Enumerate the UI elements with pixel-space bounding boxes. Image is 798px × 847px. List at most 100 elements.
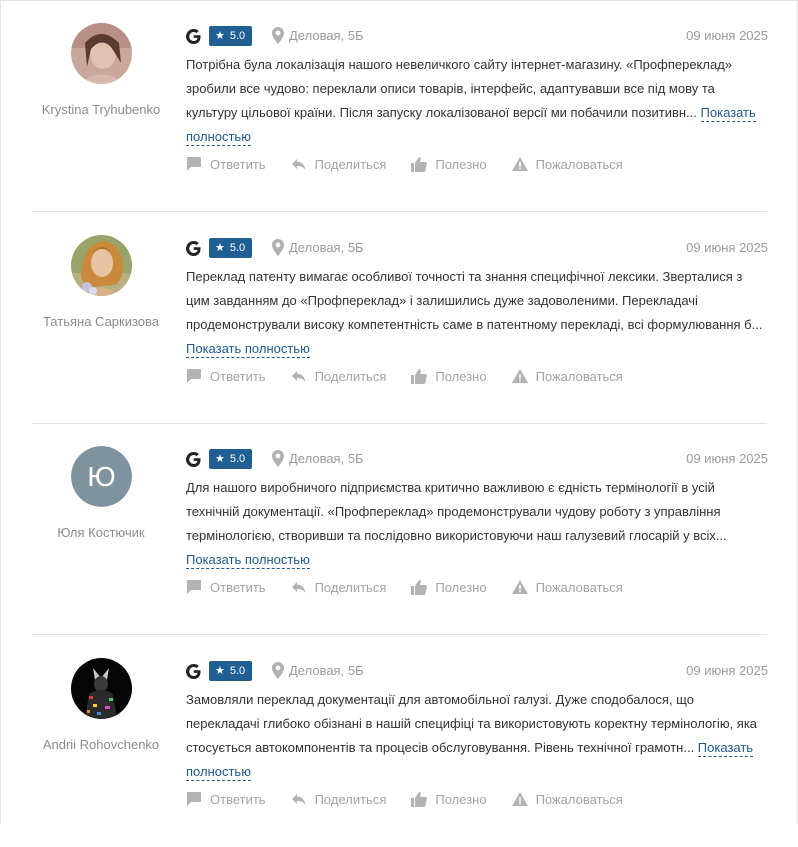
star-icon: ★ <box>215 242 225 254</box>
share-arrow-icon <box>291 582 306 593</box>
share-label: Поделиться <box>314 579 387 595</box>
thumbs-up-icon <box>411 369 428 384</box>
reply-label: Ответить <box>210 791 266 807</box>
place-label: Деловая, 5Б <box>272 662 364 679</box>
report-button[interactable]: Пожаловаться <box>511 368 623 384</box>
warning-icon <box>511 792 528 806</box>
location-pin-icon <box>272 662 284 679</box>
author-name: Юля Костючик <box>57 525 145 540</box>
divider <box>32 634 767 635</box>
star-icon: ★ <box>215 665 225 677</box>
review-actions: Ответить Поделиться Полезно Пожаловаться <box>186 577 648 597</box>
reply-label: Ответить <box>210 156 266 172</box>
review-body: Переклад патенту вимагає особливої точно… <box>186 269 763 332</box>
share-button[interactable]: Поделиться <box>291 156 387 172</box>
location-pin-icon <box>272 450 284 467</box>
review-meta: ★ 5.0 Деловая, 5Б 09 июня 2025 <box>186 448 768 470</box>
rating-value: 5.0 <box>229 665 246 677</box>
reply-label: Ответить <box>210 579 266 595</box>
rating-value: 5.0 <box>229 242 246 254</box>
report-label: Пожаловаться <box>535 368 623 384</box>
comment-icon <box>187 792 201 806</box>
place-text: Деловая, 5Б <box>289 663 364 678</box>
review-body: Для нашого виробничого підприємства крит… <box>186 480 727 543</box>
review-meta: ★ 5.0 Деловая, 5Б 09 июня 2025 <box>186 25 768 47</box>
rating-badge: ★ 5.0 <box>209 661 253 681</box>
google-icon <box>186 29 201 44</box>
star-icon: ★ <box>215 30 225 42</box>
comment-icon <box>187 369 201 383</box>
avatar <box>71 658 132 719</box>
reply-button[interactable]: Ответить <box>186 368 266 384</box>
show-more-link[interactable]: Показать полностью <box>186 341 310 358</box>
warning-icon <box>511 369 528 383</box>
place-label: Деловая, 5Б <box>272 27 364 44</box>
divider <box>32 211 767 212</box>
review-card: Татьяна Саркизова ★ 5.0 Деловая, 5Б 09 и… <box>1 213 798 424</box>
review-text: Переклад патенту вимагає особливої точно… <box>186 265 768 361</box>
place-label: Деловая, 5Б <box>272 450 364 467</box>
share-button[interactable]: Поделиться <box>291 368 387 384</box>
show-more-link[interactable]: Показать полностью <box>186 552 310 569</box>
review-date: 09 июня 2025 <box>686 663 768 678</box>
report-label: Пожаловаться <box>535 791 623 807</box>
review-body: Потрібна була локалізація нашого невелич… <box>186 57 733 120</box>
place-text: Деловая, 5Б <box>289 451 364 466</box>
google-icon <box>186 241 201 256</box>
reply-label: Ответить <box>210 368 266 384</box>
google-icon <box>186 664 201 679</box>
review-date: 09 июня 2025 <box>686 451 768 466</box>
place-text: Деловая, 5Б <box>289 240 364 255</box>
share-button[interactable]: Поделиться <box>291 791 386 807</box>
useful-button[interactable]: Полезно <box>411 368 487 384</box>
location-pin-icon <box>272 27 284 44</box>
useful-label: Полезно <box>435 156 487 172</box>
useful-button[interactable]: Полезно <box>411 156 487 172</box>
share-label: Поделиться <box>314 368 387 384</box>
avatar: Ю <box>71 446 132 507</box>
useful-label: Полезно <box>435 368 487 384</box>
rating-value: 5.0 <box>229 30 246 42</box>
avatar-letter: Ю <box>71 446 132 507</box>
share-arrow-icon <box>291 159 306 170</box>
review-meta: ★ 5.0 Деловая, 5Б 09 июня 2025 <box>186 237 768 259</box>
thumbs-up-icon <box>411 157 428 172</box>
place-text: Деловая, 5Б <box>289 28 364 43</box>
report-button[interactable]: Пожаловаться <box>511 156 623 172</box>
rating-badge: ★ 5.0 <box>209 26 253 46</box>
review-meta: ★ 5.0 Деловая, 5Б 09 июня 2025 <box>186 660 768 682</box>
author-name: Krystina Tryhubenko <box>41 102 161 117</box>
useful-label: Полезно <box>435 791 487 807</box>
reviews-list: Krystina Tryhubenko ★ 5.0 Деловая, 5Б 09… <box>0 0 798 824</box>
thumbs-up-icon <box>411 580 428 595</box>
share-label: Поделиться <box>314 156 387 172</box>
review-card: Andrii Rohovchenko ★ 5.0 Деловая, 5Б 09 … <box>1 636 798 847</box>
review-actions: Ответить Поделиться Полезно Пожаловаться <box>186 789 648 809</box>
review-text: Замовляли переклад документації для авто… <box>186 688 768 784</box>
report-label: Пожаловаться <box>535 579 623 595</box>
review-actions: Ответить Поделиться Полезно Пожаловаться <box>186 154 648 174</box>
review-text: Для нашого виробничого підприємства крит… <box>186 476 768 572</box>
useful-button[interactable]: Полезно <box>411 579 487 595</box>
comment-icon <box>187 157 201 171</box>
report-button[interactable]: Пожаловаться <box>511 791 623 807</box>
report-button[interactable]: Пожаловаться <box>511 579 623 595</box>
avatar <box>71 235 132 296</box>
report-label: Пожаловаться <box>535 156 623 172</box>
useful-label: Полезно <box>435 579 487 595</box>
review-actions: Ответить Поделиться Полезно Пожаловаться <box>186 366 648 386</box>
warning-icon <box>511 580 528 594</box>
share-button[interactable]: Поделиться <box>291 579 387 595</box>
useful-button[interactable]: Полезно <box>411 791 487 807</box>
review-card: Krystina Tryhubenko ★ 5.0 Деловая, 5Б 09… <box>1 1 798 212</box>
reply-button[interactable]: Ответить <box>186 791 266 807</box>
place-label: Деловая, 5Б <box>272 239 364 256</box>
share-arrow-icon <box>291 371 306 382</box>
reply-button[interactable]: Ответить <box>186 156 266 172</box>
comment-icon <box>187 580 201 594</box>
rating-value: 5.0 <box>229 453 246 465</box>
author-name: Татьяна Саркизова <box>42 314 160 329</box>
author-name: Andrii Rohovchenko <box>42 737 160 752</box>
reply-button[interactable]: Ответить <box>186 579 266 595</box>
review-body: Замовляли переклад документації для авто… <box>186 692 758 755</box>
